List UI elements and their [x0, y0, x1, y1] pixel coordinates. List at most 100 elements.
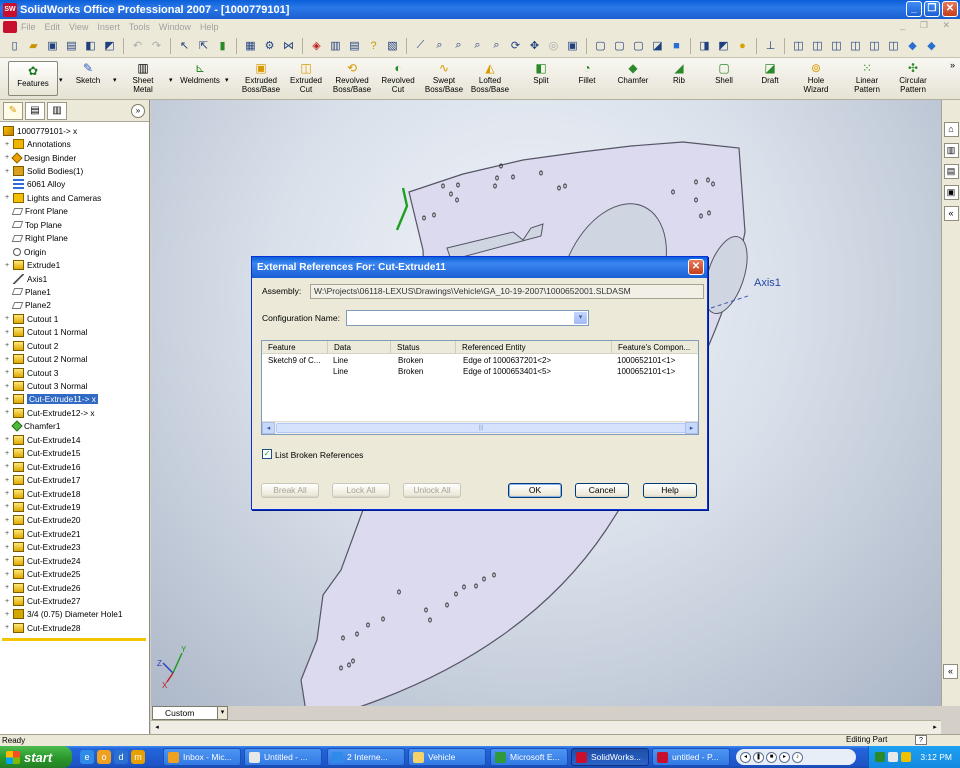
sketch-tab-button[interactable]: ✎ Sketch — [72, 61, 104, 85]
zoom-in-out-icon[interactable]: ⌕ — [469, 37, 486, 54]
select-icon[interactable]: ↖ — [176, 37, 193, 54]
menu-edit[interactable]: Edit — [45, 22, 61, 32]
outlook-icon[interactable]: o — [97, 750, 111, 764]
expand-icon[interactable]: + — [3, 262, 11, 269]
status-help-icon[interactable]: ? — [915, 735, 927, 745]
new-icon[interactable]: ▯ — [6, 37, 23, 54]
column-feature-component[interactable]: Feature's Compon... — [612, 341, 698, 354]
expand-icon[interactable]: + — [3, 342, 11, 349]
tree-node-cutout-3-normal[interactable]: + Cutout 3 Normal — [0, 379, 148, 392]
properties-icon[interactable]: ▦ — [242, 37, 259, 54]
expand-icon[interactable]: + — [3, 315, 11, 322]
tree-node-front-plane[interactable]: Front Plane — [0, 205, 148, 218]
expand-icon[interactable]: + — [3, 409, 11, 416]
column-data[interactable]: Data — [328, 341, 391, 354]
display-style-icon[interactable]: ◈ — [308, 37, 325, 54]
features-dropdown-arrow[interactable]: ▾ — [59, 76, 63, 84]
expand-icon[interactable]: + — [3, 329, 11, 336]
scroll-left-icon[interactable]: ◂ — [262, 422, 275, 434]
design-library-icon[interactable]: ▥ — [943, 143, 959, 158]
expand-icon[interactable]: + — [3, 557, 11, 564]
tree-node-extrude1[interactable]: + Extrude1 — [0, 258, 148, 271]
expand-icon[interactable]: + — [3, 624, 11, 631]
expand-icon[interactable]: + — [3, 584, 11, 591]
collapse-panel-icon[interactable]: » — [131, 104, 145, 118]
column-feature[interactable]: Feature — [262, 341, 328, 354]
undo-icon[interactable]: ↶ — [129, 37, 146, 54]
rollback-bar[interactable] — [2, 638, 146, 641]
tree-node-cutout-2[interactable]: + Cutout 2 — [0, 339, 148, 352]
lofted-boss-button[interactable]: ◭ Lofted Boss/Base — [468, 61, 512, 94]
tree-node-cut-extrude15[interactable]: + Cut-Extrude15 — [0, 447, 148, 460]
expand-icon[interactable]: + — [3, 571, 11, 578]
configuration-name-select[interactable]: ▾ — [346, 310, 589, 326]
bottom-view-icon[interactable]: ◫ — [885, 37, 902, 54]
expand-task-pane-icon[interactable]: « — [943, 664, 958, 679]
toolbar-overflow-icon[interactable]: » — [950, 60, 955, 70]
zoom-selection-icon[interactable]: ⌕ — [488, 37, 505, 54]
file-explorer-icon[interactable]: ▤ — [943, 164, 959, 179]
extruded-boss-button[interactable]: ▣ Extruded Boss/Base — [240, 61, 282, 94]
revolved-cut-button[interactable]: ◐ Revolved Cut — [376, 61, 420, 94]
menu-file[interactable]: File — [21, 22, 36, 32]
front-view-icon[interactable]: ◫ — [790, 37, 807, 54]
tree-node-cut-extrude26[interactable]: + Cut-Extrude26 — [0, 581, 148, 594]
expand-icon[interactable]: + — [3, 517, 11, 524]
tree-node-cut-extrude19[interactable]: + Cut-Extrude19 — [0, 500, 148, 513]
expand-icon[interactable]: + — [3, 530, 11, 537]
taskbar-item[interactable]: Vehicle — [408, 748, 486, 766]
desktop-icon[interactable]: d — [114, 750, 128, 764]
expand-icon[interactable]: + — [3, 598, 11, 605]
taskbar-item[interactable]: Inbox - Mic... — [163, 748, 241, 766]
viewport-horizontal-scrollbar[interactable]: ◂ ▸ — [151, 720, 941, 734]
break-all-button[interactable]: Break All — [261, 483, 319, 498]
tree-node-cut-extrude24[interactable]: + Cut-Extrude24 — [0, 554, 148, 567]
expand-icon[interactable]: + — [3, 396, 11, 403]
tree-node-right-plane[interactable]: Right Plane — [0, 232, 148, 245]
taskbar-item[interactable]: SolidWorks... — [571, 748, 649, 766]
tree-node-axis1[interactable]: Axis1 — [0, 272, 148, 285]
tree-node-cut-extrude21[interactable]: + Cut-Extrude21 — [0, 527, 148, 540]
top-view-icon[interactable]: ◫ — [866, 37, 883, 54]
expand-icon[interactable]: + — [3, 503, 11, 510]
tree-node-cutout-1-normal[interactable]: + Cutout 1 Normal — [0, 326, 148, 339]
appearance-icon[interactable]: ● — [734, 37, 751, 54]
maximize-button[interactable]: ❐ — [924, 1, 940, 17]
taskbar-item[interactable]: 2 Interne... — [327, 748, 405, 766]
expand-icon[interactable]: + — [3, 477, 11, 484]
roll-view-icon[interactable]: ◎ — [545, 37, 562, 54]
expand-icon[interactable]: + — [3, 450, 11, 457]
notes-icon[interactable]: ▤ — [346, 37, 363, 54]
shell-button[interactable]: ▢ Shell — [708, 61, 740, 85]
hidden-lines-removed-icon[interactable]: ▢ — [630, 37, 647, 54]
sheet-metal-tab-button[interactable]: ▥ Sheet Metal — [126, 61, 160, 94]
swept-boss-button[interactable]: ∿ Swept Boss/Base — [422, 61, 466, 94]
expand-icon[interactable]: + — [3, 356, 11, 363]
expand-icon[interactable]: + — [3, 436, 11, 443]
extruded-cut-button[interactable]: ◫ Extruded Cut — [286, 61, 326, 94]
print-icon[interactable]: ▤ — [63, 37, 80, 54]
print-preview-icon[interactable]: ◧ — [82, 37, 99, 54]
revolved-boss-button[interactable]: ⟲ Revolved Boss/Base — [330, 61, 374, 94]
weldments-dropdown-arrow[interactable]: ▾ — [225, 76, 229, 84]
tree-node-cutout-3[interactable]: + Cutout 3 — [0, 366, 148, 379]
taskbar-item[interactable]: untitled - P... — [652, 748, 730, 766]
expand-icon[interactable]: + — [3, 194, 11, 201]
media-prev-icon[interactable]: ◂ — [740, 751, 751, 763]
menu-help[interactable]: Help — [200, 22, 219, 32]
chevron-down-icon[interactable]: ▾ — [574, 312, 587, 324]
tree-node-origin[interactable]: Origin — [0, 245, 148, 258]
tree-node-chamfer1[interactable]: Chamfer1 — [0, 420, 148, 433]
media-volume-icon[interactable]: ♪ — [792, 751, 803, 763]
weldments-tab-button[interactable]: ⊾ Weldments — [176, 61, 224, 85]
cancel-button[interactable]: Cancel — [575, 483, 629, 498]
save-icon[interactable]: ▣ — [44, 37, 61, 54]
tree-node-plane2[interactable]: Plane2 — [0, 299, 148, 312]
expand-icon[interactable]: + — [3, 544, 11, 551]
open-icon[interactable]: ▰ — [25, 37, 42, 54]
scroll-right-icon[interactable]: ▸ — [685, 422, 698, 434]
expand-icon[interactable]: + — [3, 490, 11, 497]
taskbar-item[interactable]: Untitled - ... — [244, 748, 322, 766]
tree-node-3-4-0-75-diameter-hole1[interactable]: +3/4 (0.75) Diameter Hole1 — [0, 608, 148, 621]
dialog-close-icon[interactable]: ✕ — [688, 259, 704, 275]
